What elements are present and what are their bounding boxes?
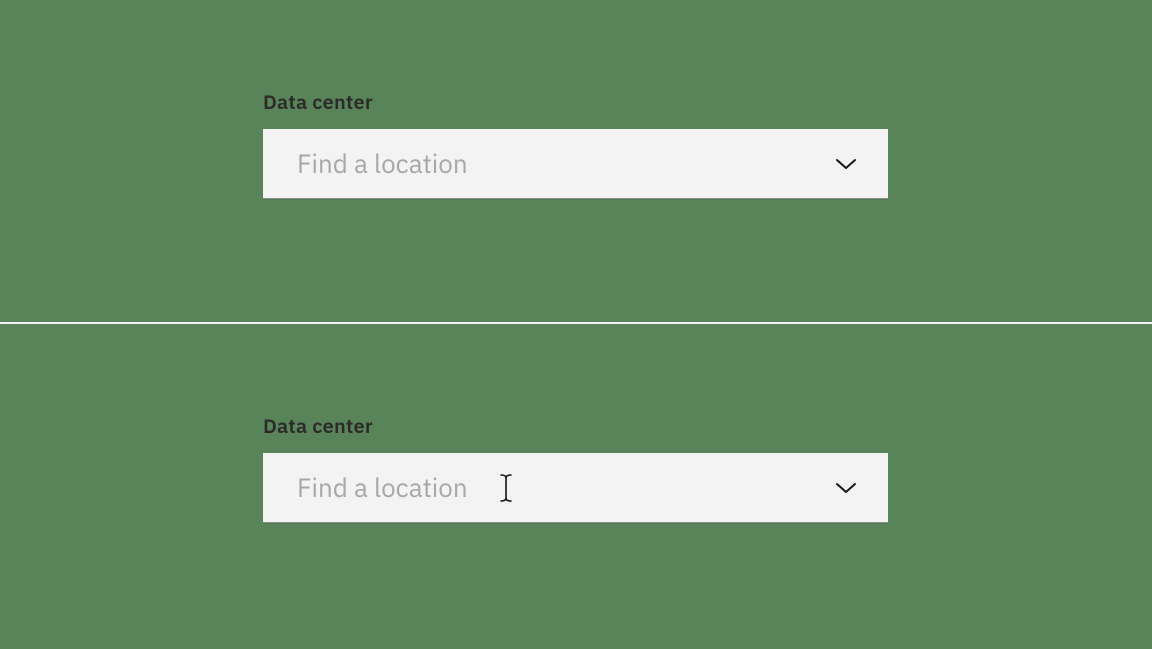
chevron-down-icon[interactable] <box>832 474 860 502</box>
data-center-combobox[interactable] <box>263 129 888 199</box>
data-center-label: Data center <box>263 412 888 439</box>
data-center-label: Data center <box>263 88 888 115</box>
panel-hover-state: Data center <box>0 324 1152 649</box>
data-center-input[interactable] <box>297 129 832 198</box>
data-center-field-hover: Data center <box>263 412 888 523</box>
panel-default-state: Data center <box>0 0 1152 323</box>
data-center-field: Data center <box>263 88 888 199</box>
data-center-input[interactable] <box>297 453 832 522</box>
data-center-combobox[interactable] <box>263 453 888 523</box>
chevron-down-icon[interactable] <box>832 150 860 178</box>
